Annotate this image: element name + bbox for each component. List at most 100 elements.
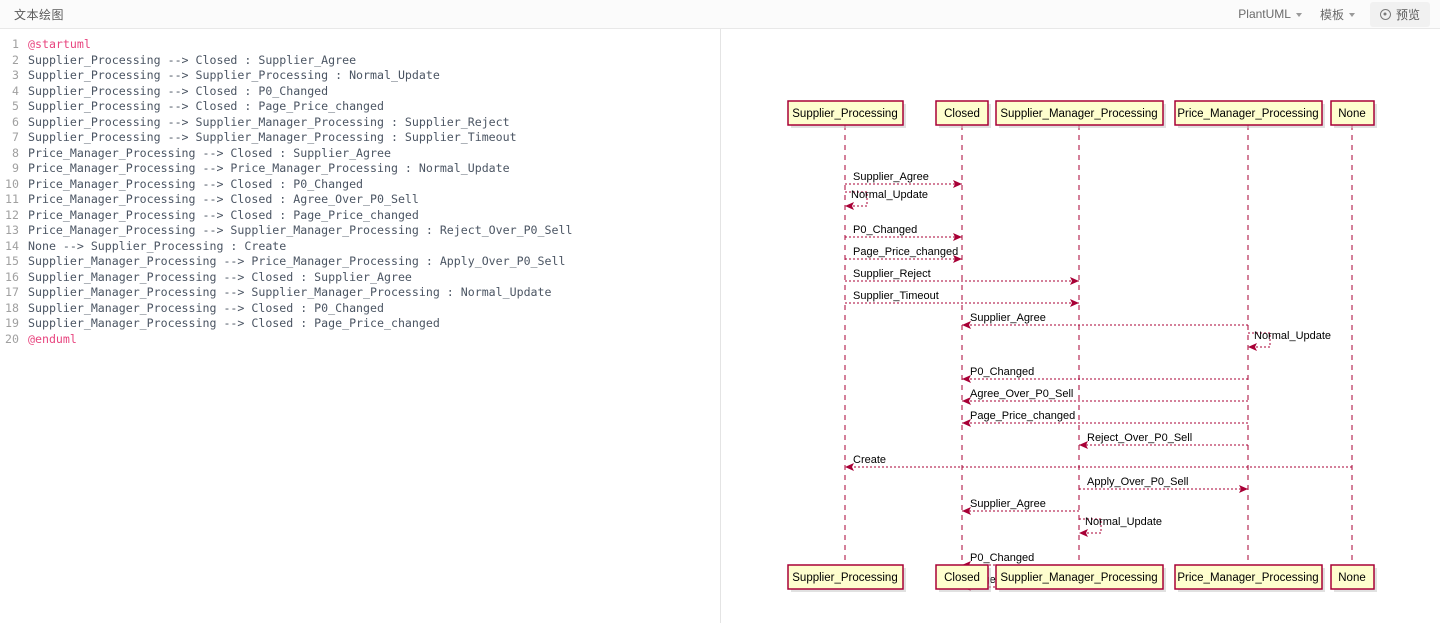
participant-label: Supplier_Manager_Processing (1000, 108, 1157, 120)
code-text: Supplier_Processing --> Closed : Supplie… (28, 53, 356, 69)
participant-label: Supplier_Manager_Processing (1000, 572, 1157, 584)
code-line[interactable]: 15Supplier_Manager_Processing --> Price_… (0, 254, 720, 270)
template-menu[interactable]: 模板 (1311, 2, 1364, 27)
participant-label: None (1338, 108, 1366, 120)
messages-group: Supplier_Agree Normal_Update P0_Changed Pag… (845, 171, 1352, 591)
line-number: 9 (0, 161, 28, 177)
preview-button[interactable]: 预览 (1370, 2, 1430, 27)
code-line[interactable]: 18Supplier_Manager_Processing --> Closed… (0, 301, 720, 317)
line-number: 10 (0, 177, 28, 193)
message-label: Normal_Update (1254, 330, 1331, 342)
participant-label: Closed (944, 572, 980, 584)
code-line[interactable]: 16Supplier_Manager_Processing --> Closed… (0, 270, 720, 286)
message-label: Normal_Update (851, 189, 928, 201)
code-line[interactable]: 14None --> Supplier_Processing : Create (0, 239, 720, 255)
code-text: Supplier_Processing --> Closed : P0_Chan… (28, 84, 328, 100)
code-line[interactable]: 4Supplier_Processing --> Closed : P0_Cha… (0, 84, 720, 100)
code-text: Price_Manager_Processing --> Closed : Su… (28, 146, 391, 162)
chevron-down-icon (1349, 13, 1355, 17)
code-line[interactable]: 17Supplier_Manager_Processing --> Suppli… (0, 285, 720, 301)
code-line[interactable]: 5Supplier_Processing --> Closed : Page_P… (0, 99, 720, 115)
code-line[interactable]: 9Price_Manager_Processing --> Price_Mana… (0, 161, 720, 177)
code-text: Price_Manager_Processing --> Closed : Ag… (28, 192, 419, 208)
diagram-preview-pane: Supplier_Agree Normal_Update P0_Changed Pag… (722, 29, 1440, 623)
message-label: Supplier_Agree (970, 312, 1046, 324)
engine-select-label: PlantUML (1238, 7, 1291, 21)
participant-label: Supplier_Processing (792, 572, 897, 584)
line-number: 20 (0, 332, 28, 348)
code-line[interactable]: 13Price_Manager_Processing --> Supplier_… (0, 223, 720, 239)
arrow-head-left (1248, 343, 1257, 351)
code-editor-pane[interactable]: 1@startuml2Supplier_Processing --> Close… (0, 29, 721, 623)
code-line[interactable]: 1@startuml (0, 37, 720, 53)
message-label: Supplier_Timeout (853, 290, 939, 302)
code-text: None --> Supplier_Processing : Create (28, 239, 286, 255)
engine-select-plantuml[interactable]: PlantUML (1229, 3, 1311, 25)
preview-circle-icon (1380, 9, 1391, 20)
code-line[interactable]: 7Supplier_Processing --> Supplier_Manage… (0, 130, 720, 146)
message-label: P0_Changed (970, 552, 1034, 564)
line-number: 2 (0, 53, 28, 69)
participant-label: Supplier_Processing (792, 108, 897, 120)
line-number: 14 (0, 239, 28, 255)
preview-button-label: 预览 (1396, 6, 1420, 23)
message-label: Create (853, 454, 886, 466)
code-text: Supplier_Manager_Processing --> Closed :… (28, 301, 384, 317)
line-number: 19 (0, 316, 28, 332)
line-number: 6 (0, 115, 28, 131)
code-line[interactable]: 12Price_Manager_Processing --> Closed : … (0, 208, 720, 224)
page-title: 文本绘图 (14, 6, 64, 23)
message-label: P0_Changed (970, 366, 1034, 378)
code-text: Supplier_Manager_Processing --> Price_Ma… (28, 254, 565, 270)
message-label: Page_Price_changed (853, 246, 958, 258)
participant-boxes-top: Supplier_Processing Closed Supplier_Manage… (788, 101, 1377, 128)
line-number: 18 (0, 301, 28, 317)
app-header: 文本绘图 PlantUML 模板 预览 (0, 0, 1440, 29)
line-number: 12 (0, 208, 28, 224)
arrow-head-left (1079, 529, 1088, 537)
code-line[interactable]: 6Supplier_Processing --> Supplier_Manage… (0, 115, 720, 131)
line-number: 1 (0, 37, 28, 53)
code-line[interactable]: 11Price_Manager_Processing --> Closed : … (0, 192, 720, 208)
sequence-diagram: Supplier_Agree Normal_Update P0_Changed Pag… (722, 29, 1440, 623)
line-number: 13 (0, 223, 28, 239)
code-text: Price_Manager_Processing --> Supplier_Ma… (28, 223, 572, 239)
line-number: 5 (0, 99, 28, 115)
code-line[interactable]: 10Price_Manager_Processing --> Closed : … (0, 177, 720, 193)
code-text: Supplier_Manager_Processing --> Closed :… (28, 270, 412, 286)
participant-label: Price_Manager_Processing (1177, 108, 1318, 120)
arrow-head-right (1070, 299, 1079, 307)
message-label: Supplier_Agree (970, 498, 1046, 510)
message-label: Page_Price_changed (970, 410, 1075, 422)
line-number: 16 (0, 270, 28, 286)
code-line[interactable]: 20@enduml (0, 332, 720, 348)
message-label: Agree_Over_P0_Sell (970, 388, 1073, 400)
code-editor-lines[interactable]: 1@startuml2Supplier_Processing --> Close… (0, 29, 720, 347)
code-text: @enduml (28, 332, 77, 348)
code-text: Supplier_Processing --> Supplier_Process… (28, 68, 440, 84)
header-actions: PlantUML 模板 预览 (1229, 0, 1440, 28)
line-number: 17 (0, 285, 28, 301)
line-number: 3 (0, 68, 28, 84)
code-text: Supplier_Processing --> Supplier_Manager… (28, 115, 510, 131)
message-label: Supplier_Reject (853, 268, 931, 280)
line-number: 8 (0, 146, 28, 162)
line-number: 11 (0, 192, 28, 208)
code-text: @startuml (28, 37, 91, 53)
code-text: Supplier_Processing --> Supplier_Manager… (28, 130, 517, 146)
chevron-down-icon (1296, 13, 1302, 17)
code-text: Price_Manager_Processing --> Closed : Pa… (28, 208, 419, 224)
code-line[interactable]: 8Price_Manager_Processing --> Closed : S… (0, 146, 720, 162)
participant-boxes-bottom: Supplier_Processing Closed Supplier_Manage… (788, 565, 1377, 592)
code-line[interactable]: 3Supplier_Processing --> Supplier_Proces… (0, 68, 720, 84)
line-number: 4 (0, 84, 28, 100)
arrow-head-right (1070, 277, 1079, 285)
code-text: Price_Manager_Processing --> Closed : P0… (28, 177, 363, 193)
participant-label: Closed (944, 108, 980, 120)
code-line[interactable]: 2Supplier_Processing --> Closed : Suppli… (0, 53, 720, 69)
code-line[interactable]: 19Supplier_Manager_Processing --> Closed… (0, 316, 720, 332)
code-text: Supplier_Manager_Processing --> Supplier… (28, 285, 552, 301)
template-menu-label: 模板 (1320, 6, 1344, 23)
message-label: Reject_Over_P0_Sell (1087, 432, 1192, 444)
message-label: Supplier_Agree (853, 171, 929, 183)
